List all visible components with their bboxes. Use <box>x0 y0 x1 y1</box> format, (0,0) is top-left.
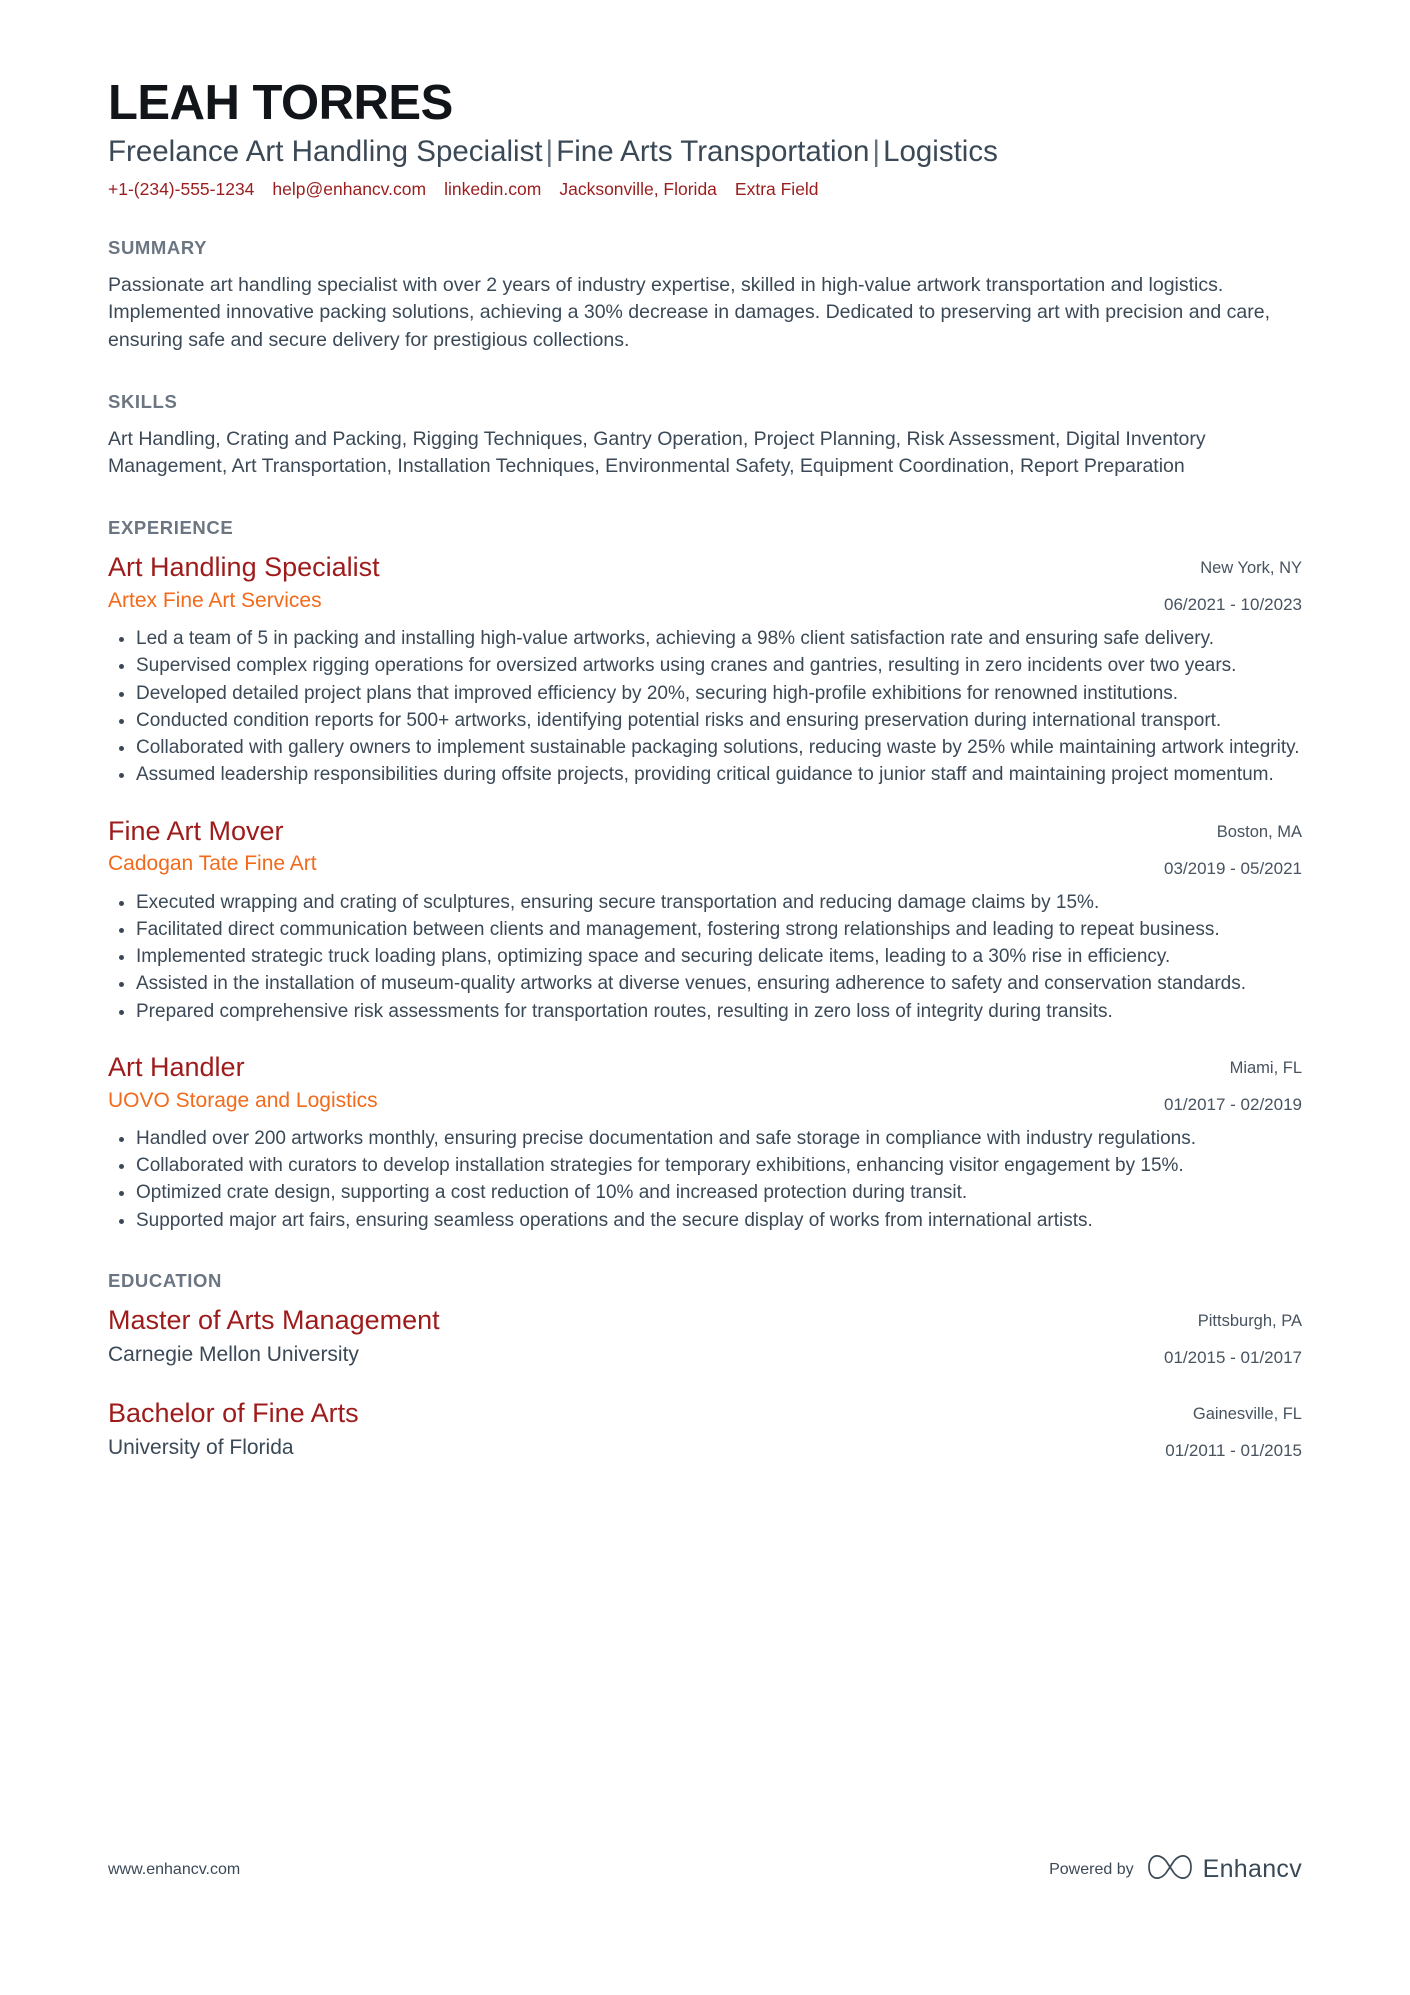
list-item: Supervised complex rigging operations fo… <box>119 653 1302 679</box>
list-item: Assisted in the installation of museum-q… <box>119 971 1302 997</box>
job-bullet-list: Led a team of 5 in packing and installin… <box>108 626 1302 788</box>
job-dates: 06/2021 - 10/2023 <box>1163 595 1302 615</box>
list-item: Executed wrapping and crating of sculptu… <box>119 890 1302 916</box>
skills-section-title: SKILLS <box>108 390 178 412</box>
contact-location: Jacksonville, Florida <box>559 178 717 199</box>
candidate-headline: Freelance Art Handling Specialist | Fine A… <box>108 134 1302 171</box>
list-item: Facilitated direct communication between… <box>119 917 1302 943</box>
job-bullet-list: Executed wrapping and crating of sculptu… <box>108 890 1302 1025</box>
list-item: Developed detailed project plans that im… <box>119 681 1302 707</box>
degree-title: Master of Arts Management <box>108 1304 440 1335</box>
company-name: Artex Fine Art Services <box>108 588 322 612</box>
job-location: Miami, FL <box>1229 1058 1302 1077</box>
education-location: Gainesville, FL <box>1192 1405 1302 1424</box>
experience-section-title: EXPERIENCE <box>108 517 234 538</box>
list-item: Led a team of 5 in packing and installin… <box>119 626 1302 652</box>
experience-entry: Art Handling Specialist Artex Fine Art S… <box>108 552 1302 789</box>
summary-section-title: SUMMARY <box>108 236 208 258</box>
headline-part-2: Fine Arts Transportation <box>556 134 870 168</box>
summary-section: SUMMARY Passionate art handling speciali… <box>108 237 1302 355</box>
education-section: EDUCATION Master of Arts Management Carn… <box>108 1270 1302 1463</box>
headline-separator-1: | <box>545 134 554 168</box>
education-entry: Bachelor of Fine Arts University of Flor… <box>108 1398 1302 1463</box>
experience-entry-meta: New York, NY 06/2021 - 10/2023 <box>1146 552 1302 617</box>
job-dates: 01/2017 - 02/2019 <box>1163 1095 1302 1115</box>
experience-entry-main: Art Handler UOVO Storage and Logistics <box>108 1052 1146 1114</box>
powered-by-label: Powered by <box>1049 1860 1134 1878</box>
degree-title: Bachelor of Fine Arts <box>108 1398 359 1429</box>
experience-entry: Fine Art Mover Cadogan Tate Fine Art Bos… <box>108 816 1302 1025</box>
education-entry-header: Bachelor of Fine Arts University of Flor… <box>108 1398 1302 1463</box>
education-dates: 01/2015 - 01/2017 <box>1163 1348 1302 1368</box>
experience-entry-meta: Boston, MA 03/2019 - 05/2021 <box>1146 816 1302 881</box>
contact-extra-field[interactable]: Extra Field <box>735 178 819 201</box>
footer-branding: Powered by Enhancv <box>1049 1852 1302 1887</box>
list-item: Assumed leadership responsibilities duri… <box>119 762 1302 788</box>
education-entry: Master of Arts Management Carnegie Mello… <box>108 1305 1302 1370</box>
education-section-title: EDUCATION <box>108 1269 222 1291</box>
experience-entry-header: Fine Art Mover Cadogan Tate Fine Art Bos… <box>108 816 1302 881</box>
experience-entry-meta: Miami, FL 01/2017 - 02/2019 <box>1146 1052 1302 1117</box>
list-item: Implemented strategic truck loading plan… <box>119 944 1302 970</box>
skills-text: Art Handling, Crating and Packing, Riggi… <box>108 427 1206 478</box>
education-dates: 01/2011 - 01/2015 <box>1165 1441 1302 1461</box>
resume-page: LEAH TORRES Freelance Art Handling Speci… <box>0 0 1410 1995</box>
education-entry-header: Master of Arts Management Carnegie Mello… <box>108 1305 1302 1370</box>
experience-section: EXPERIENCE Art Handling Specialist Artex… <box>108 517 1302 1234</box>
list-item: Supported major art fairs, ensuring seam… <box>119 1208 1302 1234</box>
experience-entry-header: Art Handling Specialist Artex Fine Art S… <box>108 552 1302 617</box>
list-item: Collaborated with curators to develop in… <box>119 1153 1302 1179</box>
company-name: Cadogan Tate Fine Art <box>108 852 317 876</box>
job-location: Boston, MA <box>1216 822 1302 841</box>
resume-header: LEAH TORRES Freelance Art Handling Speci… <box>108 76 1302 201</box>
headline-part-3: Logistics <box>883 134 998 168</box>
experience-entry: Art Handler UOVO Storage and Logistics M… <box>108 1052 1302 1234</box>
skills-section: SKILLS Art Handling, Crating and Packing… <box>108 391 1302 481</box>
contact-linkedin-link[interactable]: linkedin.com <box>444 178 541 201</box>
company-name: UOVO Storage and Logistics <box>108 1088 378 1112</box>
education-entry-main: Master of Arts Management Carnegie Mello… <box>108 1305 1146 1368</box>
footer-website-url[interactable]: www.enhancv.com <box>108 1861 240 1879</box>
job-title: Art Handler <box>108 1051 245 1082</box>
enhancv-logo-icon <box>1147 1852 1193 1887</box>
list-item: Prepared comprehensive risk assessments … <box>119 999 1302 1025</box>
list-item: Handled over 200 artworks monthly, ensur… <box>119 1126 1302 1152</box>
contact-bar: +1-(234)-555-1234 help@enhancv.com linke… <box>108 178 1302 201</box>
education-entry-main: Bachelor of Fine Arts University of Flor… <box>108 1398 1147 1461</box>
contact-phone[interactable]: +1-(234)-555-1234 <box>108 178 254 201</box>
job-title: Fine Art Mover <box>108 815 284 846</box>
enhancv-brand-name: Enhancv <box>1202 1855 1302 1883</box>
list-item: Optimized crate design, supporting a cos… <box>119 1180 1302 1206</box>
contact-email[interactable]: help@enhancv.com <box>272 178 426 201</box>
summary-text: Passionate art handling specialist with … <box>108 273 1270 351</box>
page-footer: www.enhancv.com Powered by Enhancv <box>108 1852 1302 1887</box>
list-item: Collaborated with gallery owners to impl… <box>119 735 1302 761</box>
experience-entry-main: Fine Art Mover Cadogan Tate Fine Art <box>108 816 1146 878</box>
experience-entry-main: Art Handling Specialist Artex Fine Art S… <box>108 552 1146 614</box>
job-location: New York, NY <box>1200 559 1302 577</box>
headline-separator-2: | <box>872 134 881 168</box>
job-title: Art Handling Specialist <box>108 552 380 582</box>
headline-part-1: Freelance Art Handling Specialist <box>108 134 543 168</box>
job-bullet-list: Handled over 200 artworks monthly, ensur… <box>108 1126 1302 1234</box>
experience-entry-header: Art Handler UOVO Storage and Logistics M… <box>108 1052 1302 1117</box>
school-name: Carnegie Mellon University <box>108 1342 359 1366</box>
candidate-name: LEAH TORRES <box>108 76 453 130</box>
school-name: University of Florida <box>108 1435 294 1459</box>
education-entry-meta: Pittsburgh, PA 01/2015 - 01/2017 <box>1146 1305 1302 1370</box>
job-dates: 03/2019 - 05/2021 <box>1163 858 1302 878</box>
list-item: Conducted condition reports for 500+ art… <box>119 708 1302 734</box>
education-entry-meta: Gainesville, FL 01/2011 - 01/2015 <box>1147 1398 1302 1463</box>
education-location: Pittsburgh, PA <box>1197 1311 1302 1330</box>
enhancv-brand: Enhancv <box>1147 1852 1302 1887</box>
